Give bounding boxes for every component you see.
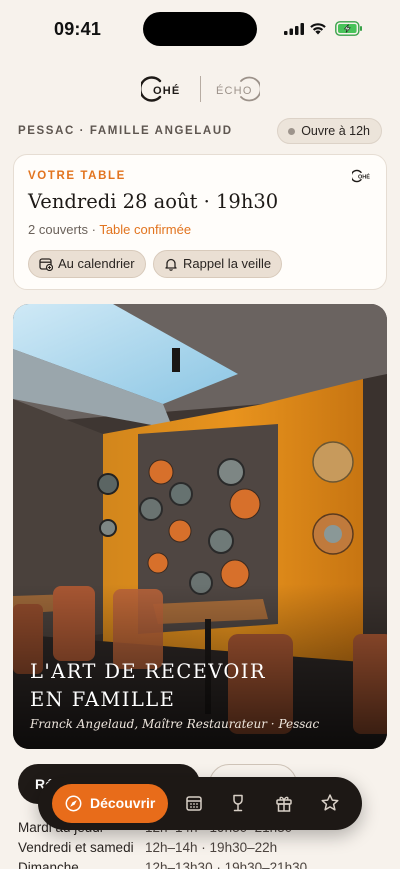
status-dot <box>288 128 296 135</box>
reservation-card: VOTRE TABLE OHÉ Vendredi 28 août · 19h30… <box>13 154 387 290</box>
reminder-button[interactable]: Rappel la veille <box>153 250 283 278</box>
hero-title-line-2: EN FAMILLE <box>30 688 176 711</box>
bottom-tab-bar: Découvrir <box>38 777 362 830</box>
wifi-icon <box>310 23 326 35</box>
reservation-datetime: Vendredi 28 août · 19h30 <box>28 190 279 213</box>
opening-status-badge: Ouvre à 12h <box>277 118 382 144</box>
svg-text:OHÉ: OHÉ <box>153 84 180 97</box>
star-icon[interactable] <box>320 793 340 813</box>
calendar-add-icon <box>39 258 53 271</box>
hero-title-line-1: L'ART DE RECEVOIR <box>30 660 266 683</box>
svg-text:OHÉ: OHÉ <box>358 173 370 181</box>
tab-discover-label: Découvrir <box>90 795 156 811</box>
hero-title: L'ART DE RECEVOIR EN FAMILLE <box>30 658 360 714</box>
ohe-mini-logo-icon: OHÉ <box>352 169 370 183</box>
reservation-details: 2 couverts · Table confirmée <box>28 222 191 237</box>
add-to-calendar-button[interactable]: Au calendrier <box>28 250 146 278</box>
brand-logo: OHÉ ÉCHO <box>0 72 400 106</box>
opening-status-text: Ouvre à 12h <box>301 124 370 138</box>
bell-icon <box>165 258 177 271</box>
confirmation-status: Table confirmée <box>99 222 192 237</box>
battery-charging-icon <box>335 21 362 36</box>
card-kicker: VOTRE TABLE <box>28 170 126 182</box>
ohe-logo: OHÉ <box>141 76 180 102</box>
hero-card[interactable]: L'ART DE RECEVOIR EN FAMILLE Franck Ange… <box>13 304 387 749</box>
hours-day: Dimanche <box>18 860 79 869</box>
hours-times: 12h–13h30 · 19h30–21h30 <box>145 860 308 869</box>
reminder-button-label: Rappel la veille <box>183 256 272 271</box>
echo-logo: ÉCHO <box>216 76 260 102</box>
cellular-signal-icon <box>284 23 304 35</box>
dynamic-island <box>143 12 257 46</box>
location-label: PESSAC · FAMILLE ANGELAUD <box>18 125 233 137</box>
detail-separator: · <box>87 222 100 237</box>
hours-row: Dimanche 12h–13h30 · 19h30–21h30 <box>18 860 388 869</box>
calendar-icon[interactable] <box>184 793 204 813</box>
hours-times: 12h–14h · 19h30–22h <box>145 840 278 855</box>
status-bar: 09:41 <box>0 0 400 58</box>
gift-icon[interactable] <box>274 793 294 813</box>
tab-discover[interactable]: Découvrir <box>52 784 168 823</box>
hero-caption: Franck Angelaud, Maître Restaurateur · P… <box>30 717 320 731</box>
calendar-button-label: Au calendrier <box>58 256 135 271</box>
hours-day: Vendredi et samedi <box>18 840 134 855</box>
covers-count: 2 couverts <box>28 222 88 237</box>
hours-row: Vendredi et samedi 12h–14h · 19h30–22h <box>18 840 388 860</box>
compass-icon <box>65 795 82 812</box>
logo-divider <box>200 76 201 102</box>
wine-glass-icon[interactable] <box>228 793 248 813</box>
svg-text:ÉCHO: ÉCHO <box>216 84 253 97</box>
status-time: 09:41 <box>54 19 102 39</box>
